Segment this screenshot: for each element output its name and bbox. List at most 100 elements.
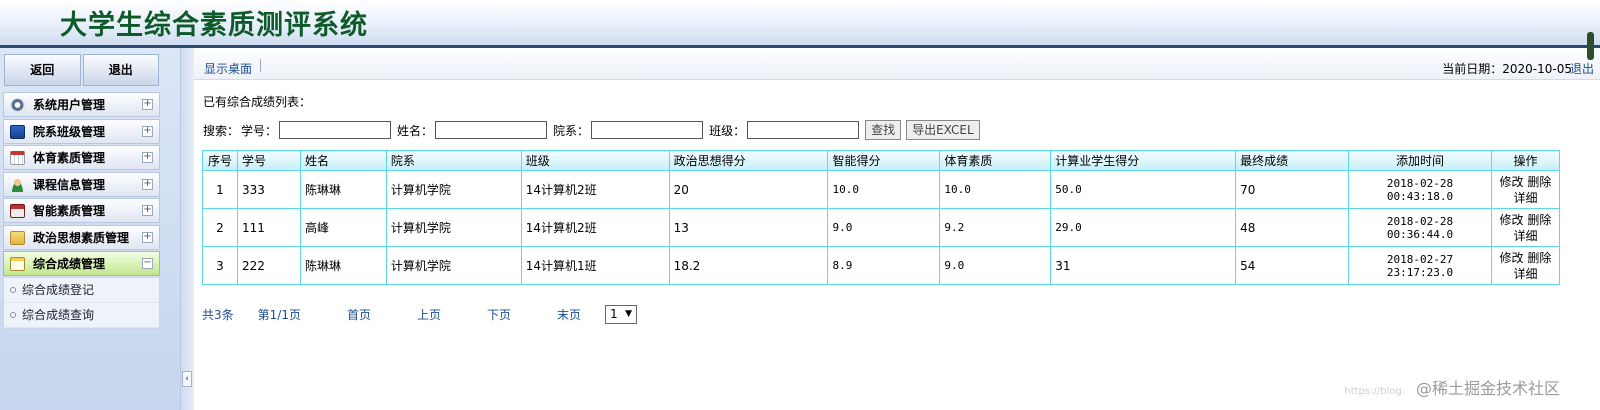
cell-student-no: 333 [236,170,301,209]
column-header: 智能得分 [827,150,941,171]
edit-link[interactable]: 修改 [1500,251,1524,265]
watermark: https://blog. @稀土掘金技术社区 [1344,375,1560,399]
folder-icon [10,230,25,245]
cell-name: 高峰 [299,208,387,247]
menu-item-intelligence[interactable]: 智能素质管理 + [3,198,160,223]
export-excel-button[interactable]: 导出EXCEL [906,120,980,140]
menu-item-sports[interactable]: 体育素质管理 + [3,145,160,170]
user-icon [10,177,25,192]
menu-item-label: 院系班级管理 [33,124,106,139]
edit-link[interactable]: 修改 [1500,175,1524,189]
cell-intelligence: 10.0 [827,170,941,209]
menu-item-label: 体育素质管理 [33,151,106,165]
department-input[interactable] [591,121,704,139]
cell-class: 14计算机2班 [520,208,670,247]
submenu-overall-scores: 综合成绩登记 综合成绩查询 [3,277,160,329]
bullet-icon [10,286,16,293]
cell-business: 29.0 [1050,208,1237,247]
column-header: 体育素质 [939,150,1052,171]
exit-button[interactable]: 退出 [82,54,159,86]
menu-item-departments[interactable]: 院系班级管理 + [3,118,160,144]
next-page-link[interactable]: 下页 [487,306,511,323]
department-label: 院系： [553,123,590,138]
submenu-item-label: 综合成绩查询 [22,307,95,322]
cell-intelligence: 9.0 [827,208,941,247]
app-title: 大学生综合素质测评系统 [60,10,368,41]
last-page-link[interactable]: 末页 [557,306,581,323]
menu-item-courses[interactable]: 课程信息管理 + [3,171,160,197]
expand-icon[interactable]: + [142,205,153,216]
column-header: 学号 [236,150,301,171]
menu-item-political[interactable]: 政治思想素质管理 + [3,224,160,250]
expand-icon[interactable]: + [142,125,153,137]
page-select[interactable]: 1 ▼ [605,304,638,324]
delete-link[interactable]: 删除 [1527,251,1551,265]
collapse-sidebar-icon[interactable]: ‹ [182,371,192,387]
cell-sports: 9.2 [939,208,1052,247]
cell-name: 陈琳琳 [299,246,387,285]
search-button[interactable]: 查找 [865,120,902,140]
sidebar-top-buttons: 返回 退出 [4,54,159,86]
menu-item-overall-scores[interactable]: 综合成绩管理 − [3,251,160,276]
watermark-url: https://blog. [1344,386,1405,397]
total-count: 共3条 [202,307,234,322]
expand-icon[interactable]: + [142,99,153,110]
table-header-row: 序号 学号 姓名 院系 班级 政治思想得分 智能得分 体育素质 计算业学生得分 … [202,150,1561,171]
detail-link[interactable]: 详细 [1513,191,1537,205]
cell-final: 54 [1235,246,1350,285]
search-prefix-label: 搜索： [203,123,240,138]
expand-icon[interactable]: + [142,178,153,190]
cell-sports: 9.0 [939,246,1052,285]
collapse-icon[interactable]: − [142,258,153,269]
app-header: 大学生综合素质测评系统 [0,0,1600,60]
cell-name: 陈琳琳 [299,170,387,209]
gear-icon [10,98,25,112]
scores-table: 序号 学号 姓名 院系 班级 政治思想得分 智能得分 体育素质 计算业学生得分 … [202,150,1561,285]
cell-department: 计算机学院 [385,208,522,247]
show-desktop-link[interactable]: 显示桌面 [204,60,252,77]
expand-icon[interactable]: + [142,231,153,243]
column-header: 政治思想得分 [668,150,829,171]
first-page-link[interactable]: 首页 [347,306,371,323]
class-input[interactable] [747,121,860,139]
expand-icon[interactable]: + [142,152,153,163]
notepad-icon [10,257,25,271]
menu-item-label: 课程信息管理 [33,177,106,192]
cell-final: 70 [1235,170,1350,209]
column-header: 姓名 [299,150,387,171]
edit-link[interactable]: 修改 [1500,213,1524,227]
menu-item-system-users[interactable]: 系统用户管理 + [3,92,160,117]
cell-final: 48 [1235,208,1350,247]
cell-operations: 修改 删除 详细 [1490,208,1561,247]
delete-link[interactable]: 删除 [1527,175,1551,189]
column-header: 序号 [202,150,238,171]
window-scroll-handle[interactable] [1587,32,1594,60]
detail-link[interactable]: 详细 [1513,267,1537,281]
back-button[interactable]: 返回 [4,54,81,86]
cell-political: 20 [668,170,829,209]
table-row: 3 222 陈琳琳 计算机学院 14计算机1班 18.2 8.9 9.0 31 … [202,246,1561,285]
sidebar-menu: 系统用户管理 + 院系班级管理 + 体育素质管理 + 课程信息管理 + 智能素质… [3,92,160,329]
class-label: 班级： [709,123,746,138]
submenu-item-register[interactable]: 综合成绩登记 [4,278,159,303]
name-input[interactable] [435,121,548,139]
watermark-text: @稀土掘金技术社区 [1415,379,1560,398]
submenu-item-label: 综合成绩登记 [22,282,95,297]
cell-sports: 10.0 [939,170,1052,209]
cell-index: 2 [202,208,238,247]
student-no-input[interactable] [279,121,392,139]
prev-page-link[interactable]: 上页 [417,306,441,323]
cell-department: 计算机学院 [385,246,522,285]
list-title: 已有综合成绩列表： [203,95,312,109]
detail-link[interactable]: 详细 [1513,229,1537,243]
submenu-item-query[interactable]: 综合成绩查询 [4,303,159,328]
table-row: 1 333 陈琳琳 计算机学院 14计算机2班 20 10.0 10.0 50.… [202,170,1561,209]
divider [260,59,261,72]
cell-index: 3 [202,246,238,285]
pagination: 共3条 第1/1页 首页 上页 下页 末页 1 ▼ [202,304,638,324]
name-label: 姓名： [397,123,434,138]
logout-link[interactable]: 退出 [1570,60,1594,77]
delete-link[interactable]: 删除 [1527,213,1551,227]
content-topbar: 显示桌面 当前日期：2020-10-05 退出 [194,52,1600,80]
sidebar-splitter [180,48,194,410]
